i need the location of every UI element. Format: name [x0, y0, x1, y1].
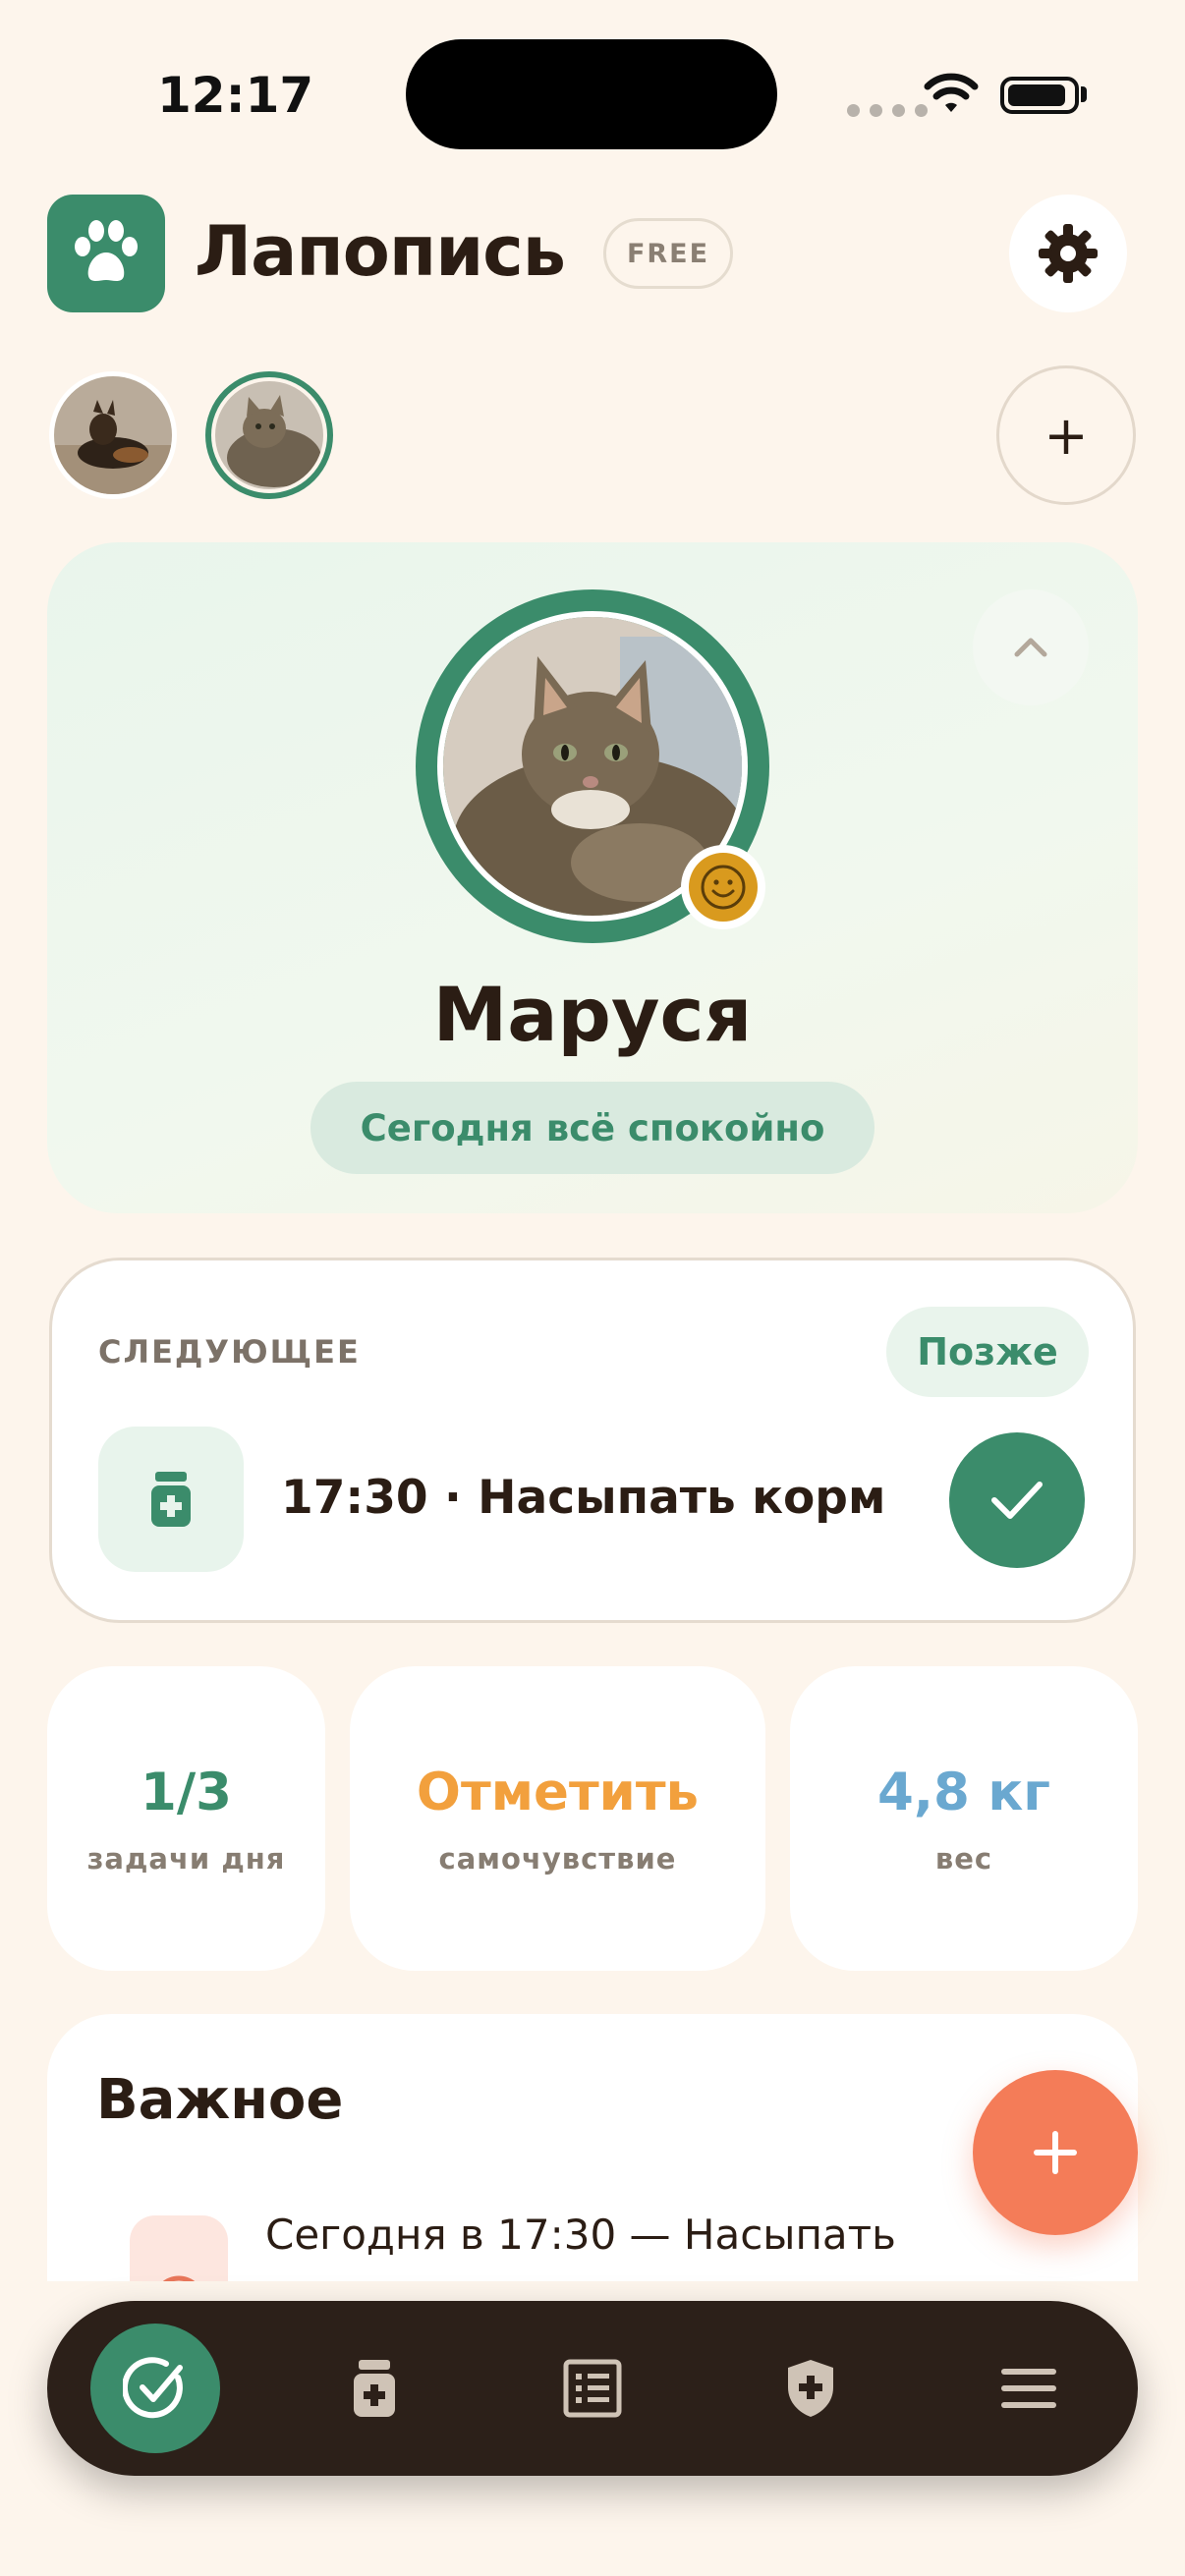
tab-menu[interactable]	[964, 2324, 1094, 2453]
pet-avatar-dog[interactable]	[49, 371, 177, 499]
tab-tasks[interactable]	[90, 2324, 220, 2453]
important-item-text[interactable]: Сегодня в 17:30 — Насыпать	[265, 2211, 896, 2259]
next-task-text: 17:30 · Насыпать корм	[281, 1471, 886, 1525]
day-status-pill: Сегодня всё спокойно	[310, 1082, 875, 1174]
add-fab-button[interactable]	[973, 2070, 1138, 2235]
menu-icon	[1001, 2369, 1056, 2408]
gear-icon	[1039, 224, 1098, 283]
wellbeing-stat[interactable]: Отметить самочувствие	[350, 1666, 765, 1971]
battery-icon	[1000, 77, 1079, 114]
cat-photo	[215, 381, 323, 489]
weight-stat[interactable]: 4,8 кг вес	[790, 1666, 1138, 1971]
tab-health[interactable]	[746, 2324, 875, 2453]
shield-icon	[788, 2360, 833, 2417]
later-button[interactable]: Позже	[886, 1307, 1089, 1397]
signal-icon	[847, 104, 928, 117]
settings-button[interactable]	[1009, 195, 1127, 312]
pet-name: Маруся	[432, 971, 753, 1058]
dog-photo	[54, 376, 172, 494]
chevron-up-icon	[1014, 638, 1047, 657]
medicine-jar-icon	[354, 2360, 395, 2417]
tab-meds[interactable]	[310, 2324, 439, 2453]
important-title: Важное	[96, 2068, 344, 2132]
plan-badge[interactable]: FREE	[603, 218, 733, 289]
dynamic-island	[406, 39, 777, 149]
status-time: 12:17	[157, 67, 314, 124]
list-icon	[563, 2359, 622, 2418]
daily-tasks-value: 1/3	[140, 1762, 233, 1822]
tab-journal[interactable]	[528, 2324, 657, 2453]
check-circle-icon	[123, 2357, 183, 2419]
wellbeing-value: Отметить	[416, 1762, 700, 1822]
collapse-button[interactable]	[973, 589, 1089, 705]
medicine-jar-icon	[151, 1472, 191, 1527]
paw-icon	[47, 195, 165, 312]
weight-label: вес	[934, 1841, 993, 1876]
add-pet-button[interactable]: +	[996, 365, 1136, 505]
daily-tasks-stat[interactable]: 1/3 задачи дня	[47, 1666, 325, 1971]
app-title: Лапопись	[195, 211, 566, 292]
daily-tasks-label: задачи дня	[86, 1841, 286, 1876]
next-label: СЛЕДУЮЩЕЕ	[98, 1333, 361, 1371]
battery-tip	[1081, 86, 1087, 102]
wellbeing-label: самочувствие	[438, 1841, 677, 1876]
smile-icon	[701, 865, 746, 910]
plus-icon	[1034, 2131, 1077, 2174]
wifi-icon	[924, 73, 979, 112]
check-icon	[991, 1482, 1043, 1519]
mark-done-button[interactable]	[949, 1432, 1085, 1568]
weight-value: 4,8 кг	[876, 1762, 1050, 1822]
task-type-badge	[98, 1427, 244, 1572]
pet-avatar-cat[interactable]	[205, 371, 333, 499]
mood-badge[interactable]	[681, 845, 765, 929]
